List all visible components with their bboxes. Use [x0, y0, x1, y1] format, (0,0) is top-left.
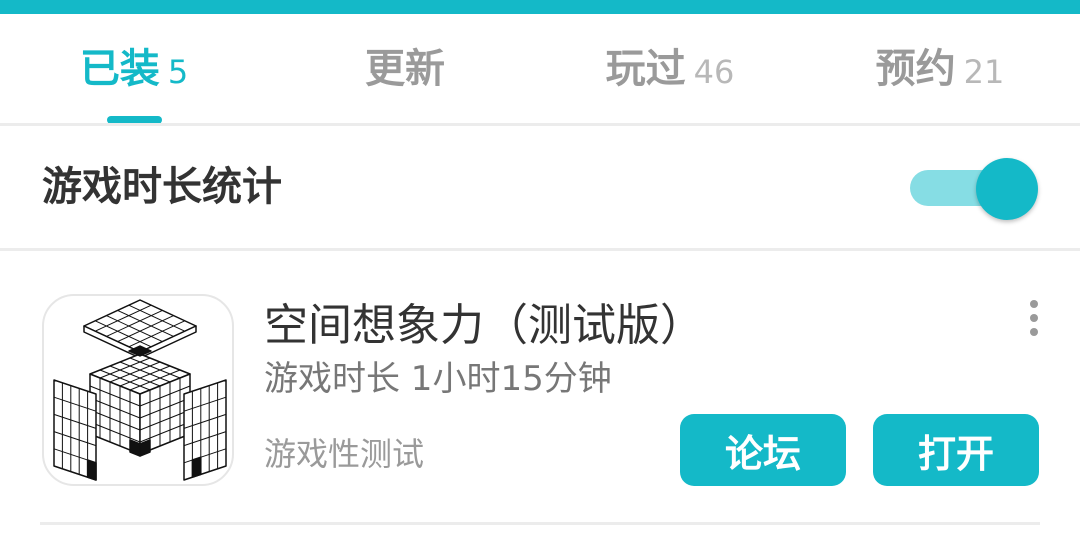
- game-title[interactable]: 空间想象力（测试版）: [264, 300, 704, 352]
- settings-divider: [0, 248, 1080, 251]
- playtime-stats-toggle[interactable]: [910, 158, 1038, 220]
- tab-count: 5: [167, 53, 189, 91]
- game-list-item: 空间想象力（测试版） 游戏时长 1小时15分钟 游戏性测试 论坛 打开: [0, 252, 1080, 522]
- tab-count: 21: [963, 53, 1005, 91]
- playtime-stats-label: 游戏时长统计: [42, 164, 282, 210]
- tab-reserved[interactable]: 预约 21: [845, 14, 1035, 124]
- dot: [1030, 314, 1038, 322]
- tab-label: 更新: [365, 46, 445, 92]
- cube-grid-icon[interactable]: [42, 294, 234, 486]
- tab-label: 预约: [875, 46, 956, 92]
- game-tag: 游戏性测试: [264, 435, 425, 473]
- tab-updates[interactable]: 更新: [310, 14, 500, 124]
- playtime-stats-row: 游戏时长统计: [0, 126, 1080, 248]
- list-item-divider: [40, 522, 1040, 525]
- dot: [1030, 300, 1038, 308]
- tab-bar: 已装 5 更新 玩过 46 预约 21: [0, 14, 1080, 124]
- game-playtime: 游戏时长 1小时15分钟: [264, 359, 612, 399]
- tab-played[interactable]: 玩过 46: [575, 14, 765, 124]
- top-accent-strip: [0, 0, 1080, 14]
- tab-label: 玩过: [605, 46, 686, 92]
- tab-count: 46: [693, 53, 735, 91]
- more-options-icon[interactable]: [1016, 298, 1052, 338]
- forum-button[interactable]: 论坛: [680, 414, 846, 486]
- tab-installed[interactable]: 已装 5: [40, 14, 228, 124]
- open-button[interactable]: 打开: [873, 414, 1039, 486]
- tab-label: 已装: [79, 46, 160, 92]
- toggle-knob: [976, 158, 1038, 220]
- dot: [1030, 328, 1038, 336]
